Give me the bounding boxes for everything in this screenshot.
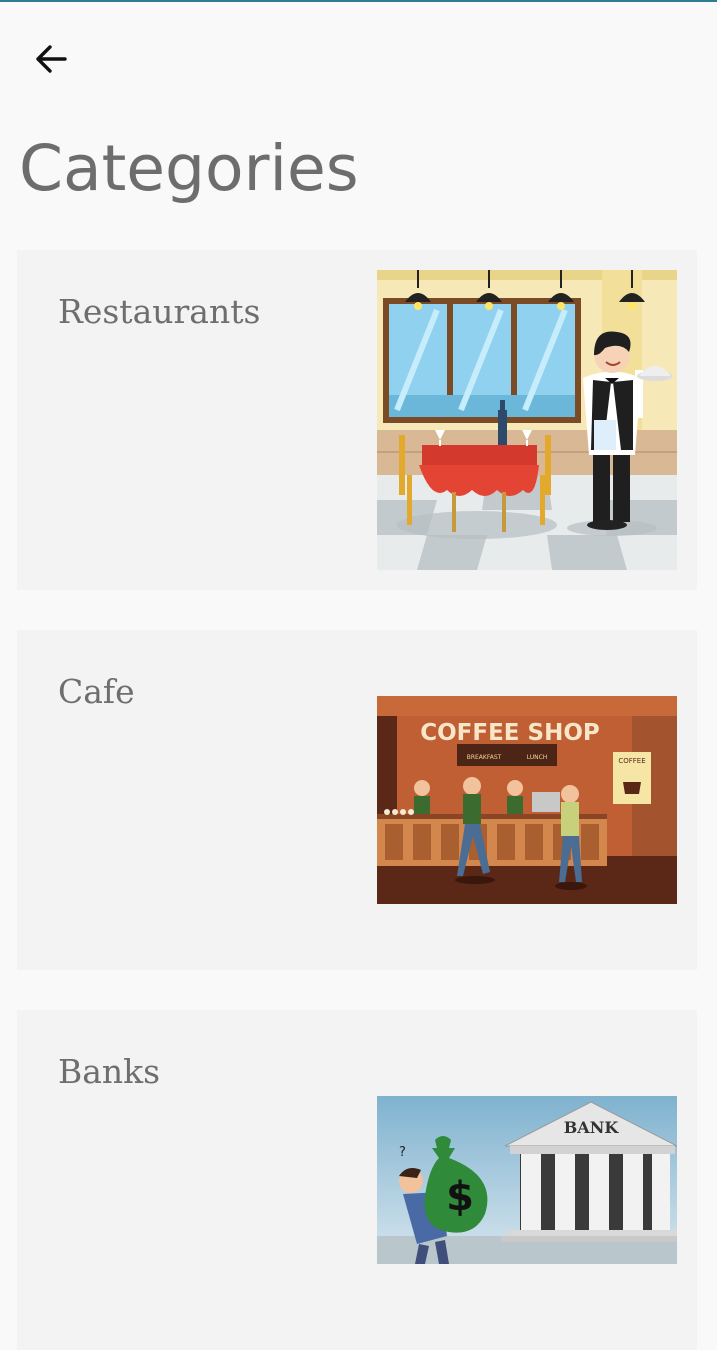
bank-sign: BANK (564, 1118, 620, 1137)
category-label: Cafe (58, 672, 135, 711)
coffee-poster: COFFEE (618, 757, 645, 765)
category-label: Banks (58, 1052, 161, 1091)
bank-illustration: BANK $ ? (377, 1096, 677, 1264)
category-card-banks[interactable]: Banks BANK $ ? (17, 1010, 697, 1350)
page-title: Categories (19, 132, 359, 205)
menu-board-right: LUNCH (527, 754, 548, 761)
menu-board-left: BREAKFAST (467, 754, 502, 761)
category-card-cafe[interactable]: Cafe COFFEE SHOP BREAKFAST LUNCH COFFEE (17, 630, 697, 970)
restaurant-waiter-illustration (377, 270, 677, 570)
category-card-restaurants[interactable]: Restaurants (17, 250, 697, 590)
svg-text:$: $ (446, 1174, 474, 1220)
back-button[interactable] (26, 36, 76, 82)
category-label: Restaurants (58, 292, 261, 331)
coffee-shop-illustration: COFFEE SHOP BREAKFAST LUNCH COFFEE (377, 696, 677, 904)
arrow-left-icon (36, 45, 67, 73)
top-accent-line (0, 0, 717, 2)
svg-text:?: ? (399, 1145, 406, 1160)
coffee-shop-sign: COFFEE SHOP (420, 720, 600, 746)
